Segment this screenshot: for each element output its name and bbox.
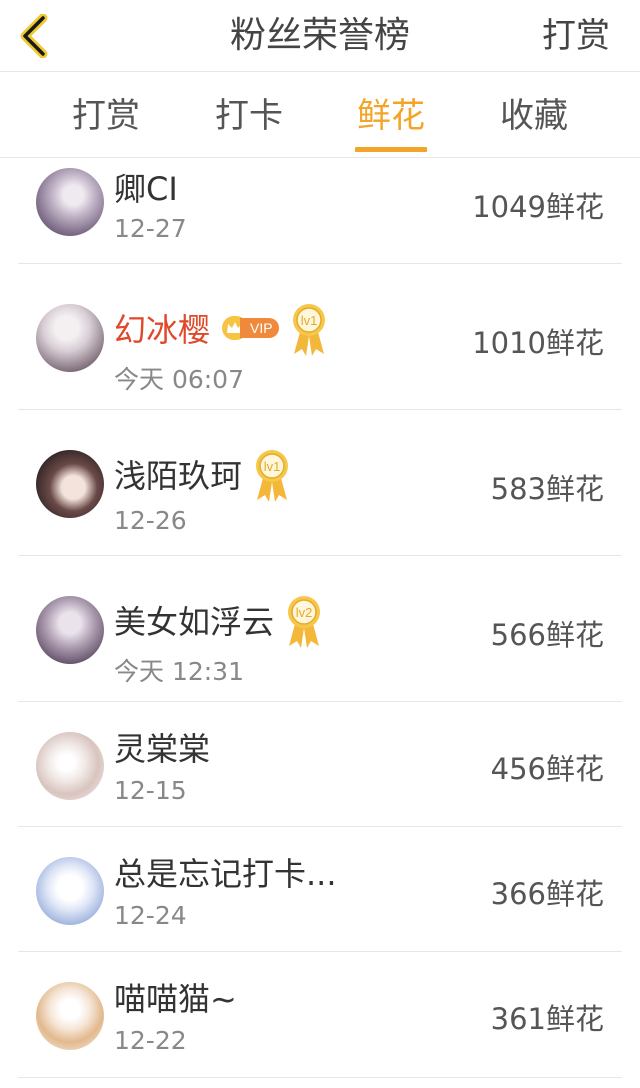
list-item[interactable]: 总是忘记打卡... 12-24 366鲜花 — [18, 827, 622, 952]
fan-time: 今天 06:07 — [114, 365, 244, 394]
tab-flowers[interactable]: 鲜花 — [331, 72, 451, 158]
fan-name: 灵棠棠 — [114, 730, 211, 768]
avatar — [36, 732, 104, 800]
level-1-medal-icon: lv1 — [256, 450, 289, 502]
active-tab-indicator — [355, 147, 427, 152]
list-item[interactable]: 喵喵猫~ 12-22 361鲜花 — [18, 952, 622, 1078]
list-item[interactable]: 美女如浮云 lv2 今天 12:31 566鲜花 — [18, 556, 622, 702]
tab-reward[interactable]: 打赏 — [46, 72, 166, 158]
flower-count: 366鲜花 — [490, 877, 604, 911]
fan-name: 卿CI — [114, 170, 178, 208]
avatar — [36, 857, 104, 925]
fan-name: 总是忘记打卡... — [114, 855, 337, 893]
flower-count: 1010鲜花 — [472, 326, 604, 360]
list-item[interactable]: 浅陌玖珂 lv1 12-26 583鲜花 — [18, 410, 622, 556]
list-item[interactable]: 幻冰樱 VIP lv1 今天 06:07 1010鲜花 — [18, 264, 622, 410]
vip-badge: VIP — [222, 316, 279, 340]
fan-name: 美女如浮云 — [114, 603, 275, 641]
level-1-medal-icon: lv1 — [292, 304, 325, 356]
level-2-medal-icon: lv2 — [288, 596, 321, 648]
chevron-left-icon — [20, 14, 48, 58]
tab-bar: 打赏 打卡 鲜花 收藏 — [0, 72, 640, 158]
flower-count: 1049鲜花 — [472, 190, 604, 224]
svg-text:lv1: lv1 — [300, 313, 317, 328]
fan-name: 喵喵猫~ — [114, 980, 237, 1018]
flower-count: 566鲜花 — [490, 618, 604, 652]
fan-name: 浅陌玖珂 — [114, 457, 243, 495]
vip-label: VIP — [240, 318, 279, 338]
fan-time: 12-27 — [114, 214, 187, 243]
list-item[interactable]: 卿CI 12-27 1049鲜花 — [18, 158, 622, 264]
fan-ranking-list: 卿CI 12-27 1049鲜花 幻冰樱 VIP lv1 今天 06:07 10… — [0, 158, 640, 1088]
fan-time: 12-26 — [114, 506, 187, 535]
tab-favorites[interactable]: 收藏 — [474, 72, 594, 158]
svg-text:lv1: lv1 — [264, 459, 281, 474]
fan-time: 12-24 — [114, 901, 187, 930]
flower-count: 456鲜花 — [490, 752, 604, 786]
reward-button[interactable]: 打赏 — [542, 0, 610, 72]
tab-checkin[interactable]: 打卡 — [189, 72, 309, 158]
avatar — [36, 982, 104, 1050]
flower-count: 583鲜花 — [490, 472, 604, 506]
avatar — [36, 304, 104, 372]
avatar — [36, 450, 104, 518]
avatar — [36, 596, 104, 664]
list-item[interactable]: 灵棠棠 12-15 456鲜花 — [18, 702, 622, 827]
nav-bar: 粉丝荣誉榜 打赏 — [0, 0, 640, 72]
fan-time: 12-22 — [114, 1026, 187, 1055]
avatar — [36, 168, 104, 236]
fan-time: 今天 12:31 — [114, 657, 244, 686]
fan-name: 幻冰樱 — [114, 311, 211, 349]
back-button[interactable] — [14, 12, 54, 60]
fan-time: 12-15 — [114, 776, 187, 805]
flower-count: 361鲜花 — [490, 1002, 604, 1036]
svg-text:lv2: lv2 — [296, 605, 313, 620]
